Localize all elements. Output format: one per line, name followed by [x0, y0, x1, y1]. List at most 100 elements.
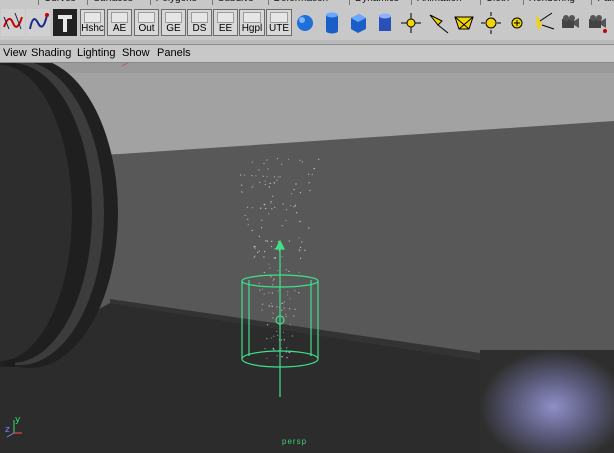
particle	[276, 306, 278, 308]
volume-light-icon[interactable]	[532, 9, 556, 36]
shelf-button-ae[interactable]: AE	[107, 9, 132, 36]
particle	[272, 280, 274, 282]
particle	[285, 269, 287, 271]
particle	[304, 249, 306, 251]
particle	[269, 267, 271, 269]
menu-panels[interactable]: Panels	[157, 46, 191, 61]
particle	[251, 186, 253, 188]
cylinder-blue-icon[interactable]	[373, 9, 397, 36]
sphere-icon[interactable]	[293, 9, 317, 36]
particle	[243, 174, 246, 176]
menu-shading[interactable]: Shading	[31, 46, 71, 61]
particle	[258, 250, 260, 252]
particle	[255, 175, 257, 177]
particle	[291, 335, 293, 337]
particle	[299, 159, 301, 161]
particle	[252, 185, 254, 187]
particle	[277, 290, 279, 292]
area-light-icon[interactable]	[452, 9, 476, 36]
particle	[264, 348, 266, 350]
particle	[276, 158, 279, 160]
cube-icon[interactable]	[346, 9, 370, 36]
particle	[301, 241, 303, 243]
shelf-button-hgpl[interactable]: Hgpl	[239, 9, 265, 36]
particle	[281, 225, 283, 227]
particle	[308, 173, 310, 175]
curve-edit-icon[interactable]	[1, 9, 25, 36]
shelf-button-out[interactable]: Out	[134, 9, 159, 36]
particle	[296, 212, 298, 214]
particle	[300, 257, 302, 259]
directional-light-icon[interactable]	[399, 9, 423, 36]
text-tool-icon[interactable]	[53, 9, 77, 36]
particle	[293, 315, 295, 317]
particle	[298, 272, 300, 274]
particle	[294, 290, 296, 292]
shelf-button-swatch	[217, 12, 234, 23]
menu-show[interactable]: Show	[122, 46, 150, 61]
shelf-button-ds[interactable]: DS	[187, 9, 212, 36]
particle	[282, 331, 285, 333]
shelf-tab-deformation[interactable]: Deformation	[267, 0, 333, 5]
particle	[247, 224, 249, 226]
particle	[311, 173, 313, 176]
particle	[264, 180, 266, 182]
shelf-tab-animation[interactable]: Animation	[411, 0, 466, 5]
shelf-button-swatch	[270, 12, 288, 23]
particle	[277, 176, 279, 178]
shelf-tab-dynamics[interactable]: Dynamics	[349, 0, 404, 5]
particle	[251, 175, 253, 177]
shelf-tab-painteffects[interactable]: PaintEffects	[591, 0, 614, 5]
particle	[308, 182, 310, 184]
shelf-button-ee[interactable]: EE	[213, 9, 238, 36]
curve-tool-icon[interactable]	[26, 9, 50, 36]
particle	[282, 203, 284, 205]
particle	[280, 339, 283, 341]
particle	[276, 179, 278, 181]
point-light-icon[interactable]	[505, 9, 529, 36]
particle	[263, 256, 265, 258]
shelf-button-swatch	[84, 12, 101, 23]
shelf-tab-rendering[interactable]: Rendering	[522, 0, 580, 5]
particle	[241, 184, 243, 186]
sun-light-icon[interactable]	[479, 9, 503, 36]
particle	[270, 303, 272, 305]
shelf-tab-cloth[interactable]: Cloth	[479, 0, 514, 5]
particle	[276, 330, 278, 332]
particle	[265, 240, 267, 242]
shelf-tab-curves[interactable]: Curves	[38, 0, 81, 5]
camera-aim-icon[interactable]	[585, 9, 609, 36]
camera-icon[interactable]	[558, 9, 582, 36]
cylinder-icon[interactable]	[320, 9, 344, 36]
particle	[277, 270, 279, 272]
particle	[270, 276, 272, 278]
shelf-button-label: Hgpl	[241, 23, 263, 34]
menu-view[interactable]: View	[3, 46, 27, 61]
particle	[263, 271, 265, 274]
particle	[276, 355, 278, 357]
spot-light-icon[interactable]	[426, 9, 450, 36]
particle	[271, 305, 273, 307]
camera-label: persp	[282, 437, 308, 446]
shelf-button-swatch	[243, 12, 261, 23]
perspective-viewport[interactable]: y z persp	[0, 63, 614, 453]
particle	[254, 255, 256, 257]
shelf-button-ge[interactable]: GE	[161, 9, 186, 36]
particle	[261, 309, 263, 311]
shelf-tab-subdivs[interactable]: Subdivs	[211, 0, 259, 5]
particle	[277, 334, 279, 336]
shelf-button-ute[interactable]: UTE	[266, 9, 292, 36]
shelf: Hshc AE Out GE DS EE Hgpl UTE	[0, 6, 614, 41]
particle	[267, 324, 269, 326]
particle	[270, 245, 273, 248]
menu-lighting[interactable]: Lighting	[77, 46, 116, 61]
shelf-button-hshc[interactable]: Hshc	[80, 9, 105, 36]
particle	[294, 308, 296, 310]
shelf-button-label: Hshc	[81, 23, 104, 34]
particle	[264, 184, 266, 186]
particle	[267, 168, 269, 170]
shelf-tab-polygons[interactable]: Polygons	[149, 0, 202, 5]
shelf-tab-surfaces[interactable]: Surfaces	[87, 0, 137, 5]
particle	[280, 347, 282, 349]
particle	[251, 207, 253, 209]
